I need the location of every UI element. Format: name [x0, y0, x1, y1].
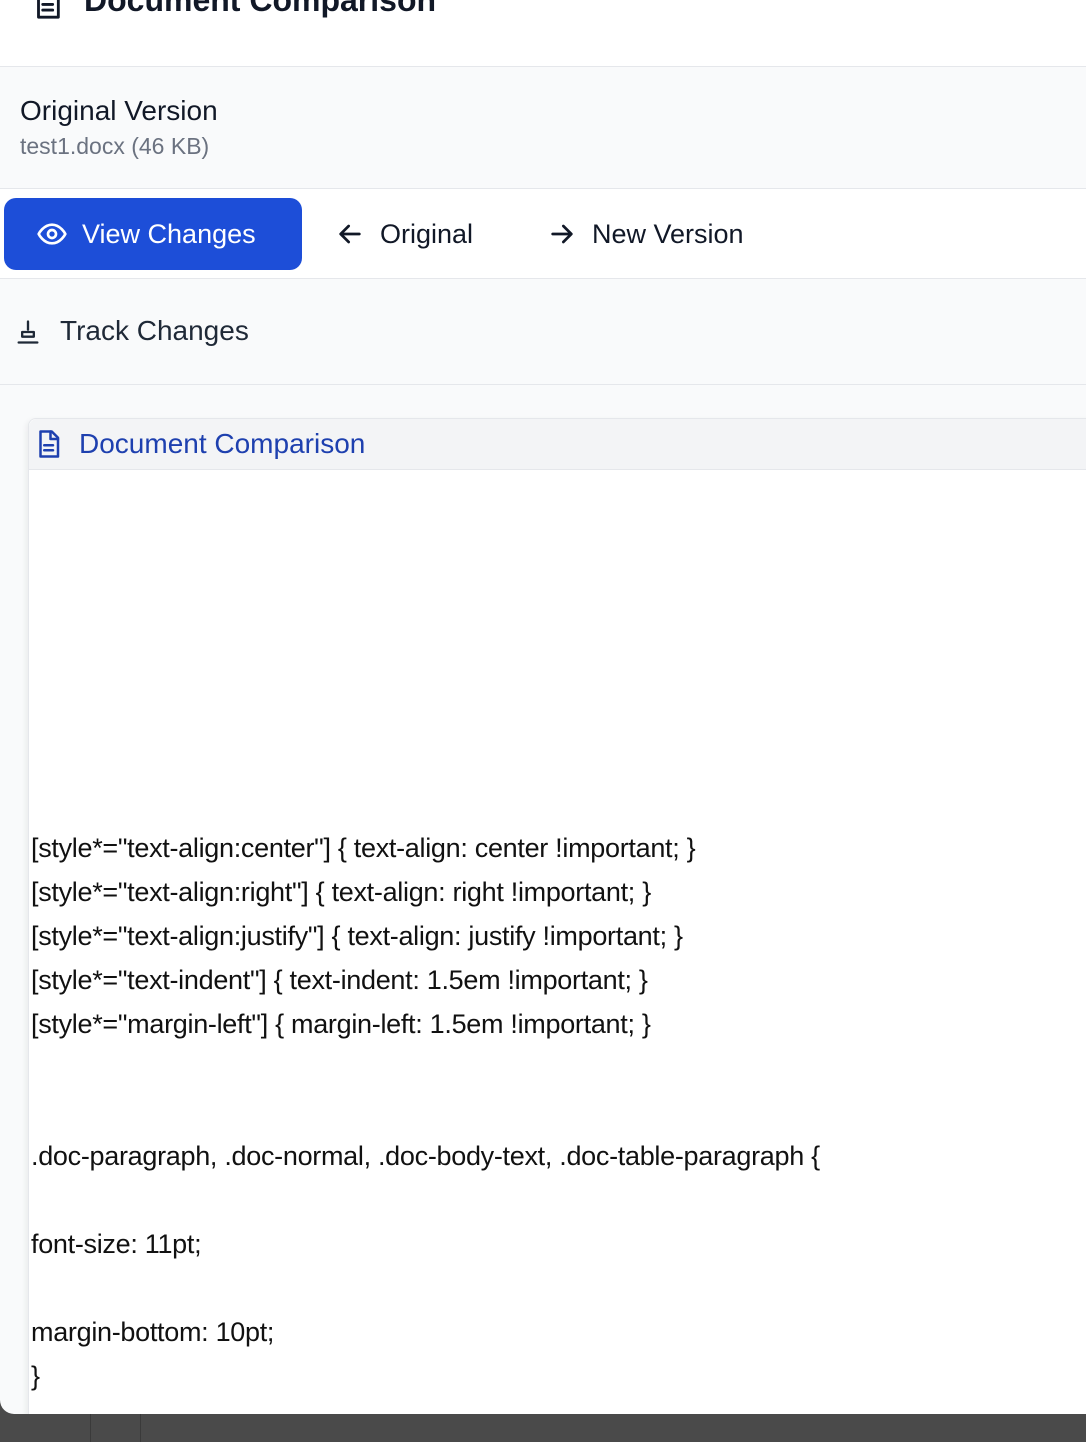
comparison-panel: Document Comparison Original Version tes…	[0, 0, 1086, 1414]
view-tabs: View Changes Original New Version	[0, 189, 1086, 279]
tab-view-changes[interactable]: View Changes	[4, 198, 302, 270]
track-changes-row[interactable]: Track Changes	[0, 279, 1086, 385]
document-card-title: Document Comparison	[79, 428, 366, 459]
file-name: test1.docx (46 KB)	[20, 133, 210, 159]
stamp-icon	[17, 320, 39, 344]
tab-label: Original	[380, 218, 474, 249]
doc-line: [style*="margin-left"] { margin-left: 1.…	[31, 1009, 651, 1039]
background-divider	[140, 1414, 141, 1442]
doc-line: }	[31, 1361, 40, 1391]
file-info: Original Version test1.docx (46 KB)	[0, 67, 1086, 189]
tab-label: New Version	[592, 218, 744, 249]
tab-new-version[interactable]: New Version	[546, 198, 744, 270]
arrow-right-icon	[551, 224, 573, 244]
doc-line: margin-bottom: 10pt;	[31, 1317, 275, 1347]
doc-line: [style*="text-align:right"] { text-align…	[31, 877, 651, 907]
arrow-left-icon	[339, 224, 361, 244]
eye-icon	[37, 223, 67, 245]
document-card-header: Document Comparison	[29, 419, 1086, 470]
tab-original[interactable]: Original	[334, 198, 473, 270]
background-divider	[90, 1414, 91, 1442]
doc-line: [style*="text-align:center"] { text-alig…	[31, 833, 696, 863]
document-icon	[39, 430, 60, 458]
doc-line: font-size: 11pt;	[31, 1229, 202, 1259]
top-header: Document Comparison	[0, 0, 1086, 67]
doc-line: [style*="text-align:justify"] { text-ali…	[31, 921, 683, 951]
document-icon	[37, 0, 60, 19]
doc-line: .doc-paragraph, .doc-normal, .doc-body-t…	[31, 1141, 820, 1171]
tab-label: View Changes	[82, 218, 256, 249]
document-card: Document Comparison [style*="text-align:…	[28, 418, 1086, 1414]
doc-line: [style*="text-indent"] { text-indent: 1.…	[31, 965, 648, 995]
version-title: Original Version	[20, 95, 218, 126]
page-title: Document Comparison	[84, 0, 437, 18]
track-changes-label: Track Changes	[60, 315, 249, 346]
